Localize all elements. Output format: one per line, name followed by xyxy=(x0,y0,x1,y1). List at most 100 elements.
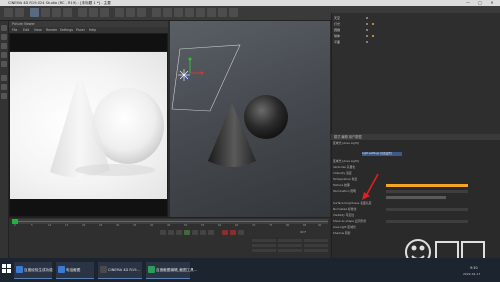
camera-icon[interactable] xyxy=(218,8,227,17)
viewport-scene xyxy=(171,44,288,167)
taskbar-item[interactable]: 百度经验生成功能 xyxy=(14,262,53,279)
attr-row: Shadow 阴影 xyxy=(333,231,351,235)
taskbar-item[interactable]: CINEMA 4D R19... xyxy=(98,262,142,279)
attr-row: Illumination 照明 xyxy=(333,189,356,193)
temperature-field[interactable] xyxy=(386,190,468,193)
undo-icon[interactable] xyxy=(4,8,13,17)
texture-field[interactable] xyxy=(386,196,446,199)
timeline-tick: 20 xyxy=(82,224,86,227)
render-settings-icon[interactable] xyxy=(137,8,146,17)
tab-light-settings[interactable]: Light settings [光照设置] xyxy=(362,152,402,156)
rot-b-field[interactable] xyxy=(304,249,328,252)
menu-edit[interactable]: Edit xyxy=(23,27,29,33)
floor-icon[interactable] xyxy=(207,8,216,17)
visibility-dot[interactable] xyxy=(366,29,368,31)
menu-panel[interactable]: Panel xyxy=(76,27,85,33)
pos-z-field[interactable] xyxy=(252,249,276,252)
texture-mode-icon[interactable] xyxy=(1,34,7,40)
taskbar-item-label: 百度经验生成功能 xyxy=(24,268,53,272)
visibility-field[interactable] xyxy=(386,220,468,223)
visibility-dot[interactable] xyxy=(366,17,368,19)
visibility-dot[interactable] xyxy=(366,23,368,25)
rot-p-field[interactable] xyxy=(304,244,328,247)
play-icon[interactable] xyxy=(184,230,190,235)
attribute-menu[interactable]: 模式 编辑 用户数据 xyxy=(334,134,362,140)
perspective-viewport[interactable] xyxy=(170,21,330,217)
timeline-tick: 10 xyxy=(48,224,52,227)
surface-brightness-field[interactable] xyxy=(386,208,468,211)
size-x-field[interactable] xyxy=(278,239,302,242)
x-axis-icon[interactable] xyxy=(78,8,87,17)
attr-row: Visibility 可见性 xyxy=(333,213,355,217)
size-z-field[interactable] xyxy=(278,249,302,252)
menu-render[interactable]: Render xyxy=(46,27,57,33)
start-icon[interactable] xyxy=(2,264,12,274)
subdivision-icon[interactable] xyxy=(174,8,183,17)
next-frame-icon[interactable] xyxy=(192,230,198,235)
attr-row: Vectorize 矢量化 xyxy=(333,165,356,169)
object-row-light[interactable]: 灯光 xyxy=(334,22,340,26)
menu-file[interactable]: File xyxy=(12,27,17,33)
end-frame-label: 90 F xyxy=(300,230,307,234)
timeline-tick: 75 xyxy=(269,224,273,227)
menu-help[interactable]: Help xyxy=(89,27,96,33)
render-picture-icon[interactable] xyxy=(126,8,135,17)
pos-y-field[interactable] xyxy=(252,244,276,247)
keyframe-selection-icon[interactable] xyxy=(238,230,244,235)
light-icon[interactable] xyxy=(229,8,238,17)
render-view-icon[interactable] xyxy=(115,8,124,17)
pos-x-field[interactable] xyxy=(252,239,276,242)
object-row-sphere[interactable]: 球体 xyxy=(334,34,340,38)
menu-settings[interactable]: Settings xyxy=(60,27,73,33)
object-manager xyxy=(331,7,500,134)
pen-icon[interactable] xyxy=(163,8,172,17)
object-row-sky[interactable]: 天空 xyxy=(334,16,340,20)
timeline-tick: 50 xyxy=(184,224,188,227)
intensity-slider[interactable] xyxy=(386,184,468,187)
edges-mode-icon[interactable] xyxy=(1,52,7,58)
deformer-icon[interactable] xyxy=(196,8,205,17)
visibility-dot[interactable] xyxy=(366,35,368,37)
timeline-tick: 90 xyxy=(318,224,322,227)
z-axis-icon[interactable] xyxy=(100,8,109,17)
taskbar-item[interactable]: 百度截图编辑_截图工具... xyxy=(146,262,197,279)
timeline-tick: 45 xyxy=(167,224,171,227)
app-icon xyxy=(16,266,23,273)
go-to-end-icon[interactable] xyxy=(208,230,214,235)
clock-date: 2022-01-17 xyxy=(463,272,481,276)
size-y-field[interactable] xyxy=(278,244,302,247)
select-tool-icon[interactable] xyxy=(30,8,39,17)
attr-row: Normalize 标准化 xyxy=(333,207,357,211)
go-to-start-icon[interactable] xyxy=(160,230,166,235)
move-tool-icon[interactable] xyxy=(41,8,50,17)
autokey-icon[interactable] xyxy=(230,230,236,235)
y-axis-icon[interactable] xyxy=(89,8,98,17)
lock-icon[interactable] xyxy=(1,93,7,99)
points-mode-icon[interactable] xyxy=(1,43,7,49)
array-icon[interactable] xyxy=(185,8,194,17)
record-icon[interactable] xyxy=(222,230,228,235)
taskbar-item[interactable]: 电话截图 xyxy=(56,262,94,279)
rendered-image xyxy=(10,52,167,199)
scale-tool-icon[interactable] xyxy=(52,8,61,17)
visibility-dot[interactable] xyxy=(366,41,368,43)
rot-h-field[interactable] xyxy=(304,239,328,242)
menu-view[interactable]: View xyxy=(34,27,42,33)
model-mode-icon[interactable] xyxy=(1,25,7,31)
annotation-arrow xyxy=(362,173,379,200)
object-row-plane[interactable]: 平面 xyxy=(334,40,340,44)
object-row-cone[interactable]: 圆锥 xyxy=(334,28,340,32)
taskbar-item-label: 百度截图编辑_截图工具... xyxy=(156,268,198,272)
workplane-icon[interactable] xyxy=(1,84,7,90)
rotate-tool-icon[interactable] xyxy=(63,8,72,17)
cube-icon[interactable] xyxy=(152,8,161,17)
prev-key-icon[interactable] xyxy=(168,230,174,235)
app-icon xyxy=(58,266,65,273)
polygons-mode-icon[interactable] xyxy=(1,61,7,67)
next-key-icon[interactable] xyxy=(200,230,206,235)
redo-icon[interactable] xyxy=(15,8,24,17)
tag-icon[interactable] xyxy=(372,35,374,37)
prev-frame-icon[interactable] xyxy=(176,230,182,235)
snap-icon[interactable] xyxy=(1,75,7,81)
tag-icon[interactable] xyxy=(372,23,374,25)
